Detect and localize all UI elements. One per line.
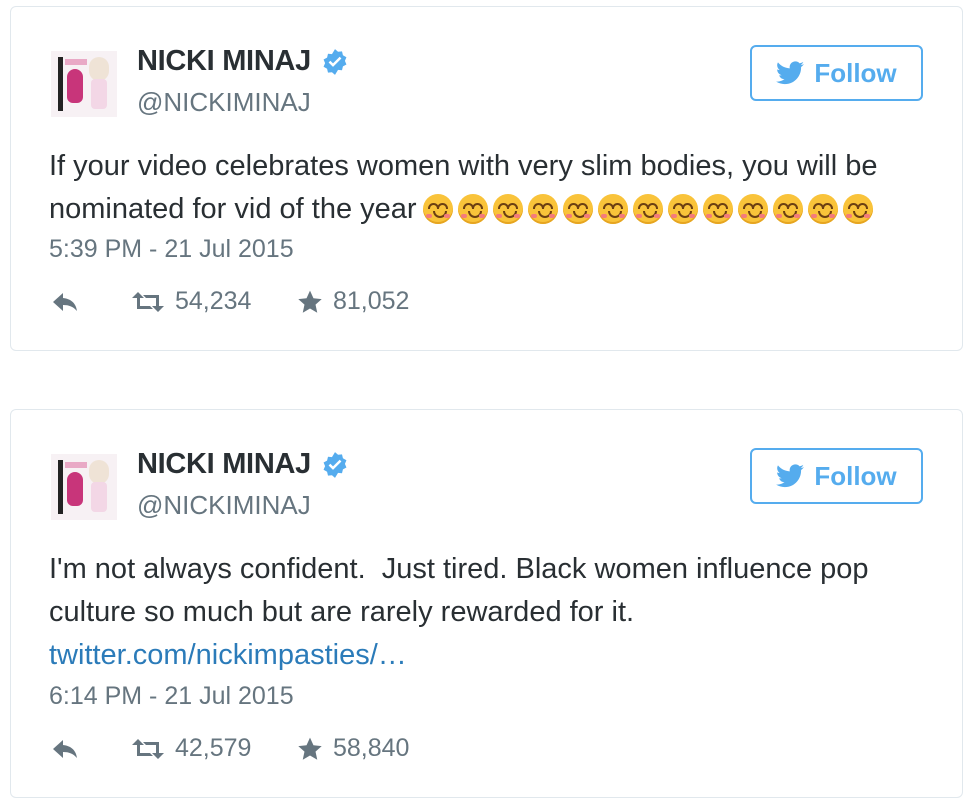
favorite-button[interactable]: 58,840 xyxy=(297,734,409,763)
retweet-button[interactable]: 54,234 xyxy=(131,287,297,316)
retweet-icon xyxy=(132,738,164,759)
reply-icon xyxy=(53,739,77,758)
reply-icon xyxy=(53,292,77,311)
twitter-bird-icon xyxy=(776,61,805,85)
retweet-count: 42,579 xyxy=(175,734,252,762)
smiling-face-emoji-icon xyxy=(562,194,593,224)
avatar[interactable] xyxy=(51,454,117,520)
smiling-face-emoji-icon xyxy=(772,194,803,224)
display-name[interactable]: NICKI MINAJ xyxy=(137,448,311,481)
favorite-count: 58,840 xyxy=(333,734,410,762)
tweet-link[interactable]: twitter.com/nickimpasties/… xyxy=(49,639,407,671)
follow-button[interactable]: Follow xyxy=(750,45,923,101)
smiling-face-emoji-icon xyxy=(422,194,453,224)
handle[interactable]: @NICKIMINAJ xyxy=(137,490,311,521)
tweet-text: If your video celebrates women with very… xyxy=(49,145,939,231)
display-name[interactable]: NICKI MINAJ xyxy=(137,45,311,78)
retweet-count: 54,234 xyxy=(175,287,252,315)
follow-button-label: Follow xyxy=(814,460,897,491)
timestamp-link[interactable]: 5:39 PM - 21 Jul 2015 xyxy=(49,235,294,264)
twitter-bird-icon xyxy=(776,464,805,488)
star-icon xyxy=(298,290,322,313)
smiling-face-emoji-icon xyxy=(527,194,558,224)
avatar[interactable] xyxy=(51,51,117,117)
tweet-actions: 54,234 81,052 xyxy=(51,287,409,316)
smiling-face-emoji-icon xyxy=(632,194,663,224)
verified-badge-icon xyxy=(323,451,347,478)
smiling-face-emoji-icon xyxy=(807,194,838,224)
emoji-sequence xyxy=(422,194,878,224)
smiling-face-emoji-icon xyxy=(702,194,733,224)
reply-button[interactable] xyxy=(51,290,131,314)
author-name-row: NICKI MINAJ xyxy=(137,448,349,481)
smiling-face-emoji-icon xyxy=(457,194,488,224)
retweet-button[interactable]: 42,579 xyxy=(131,734,297,763)
follow-button-label: Follow xyxy=(814,57,897,88)
verified-badge-icon xyxy=(323,48,347,75)
favorite-button[interactable]: 81,052 xyxy=(297,287,409,316)
smiling-face-emoji-icon xyxy=(492,194,523,224)
retweet-icon xyxy=(132,291,164,312)
reply-button[interactable] xyxy=(51,737,131,761)
timestamp-link[interactable]: 6:14 PM - 21 Jul 2015 xyxy=(49,682,294,711)
handle[interactable]: @NICKIMINAJ xyxy=(137,87,311,118)
follow-button[interactable]: Follow xyxy=(750,448,923,504)
favorite-count: 81,052 xyxy=(333,287,410,315)
tweet-card: NICKI MINAJ @NICKIMINAJ Follow I'm not a… xyxy=(10,409,963,798)
tweet-text: I'm not always confident. Just tired. Bl… xyxy=(49,548,939,677)
tweet-card: NICKI MINAJ @NICKIMINAJ Follow If your v… xyxy=(10,6,963,351)
smiling-face-emoji-icon xyxy=(737,194,768,224)
smiling-face-emoji-icon xyxy=(842,194,873,224)
star-icon xyxy=(298,737,322,760)
smiling-face-emoji-icon xyxy=(667,194,698,224)
author-name-row: NICKI MINAJ xyxy=(137,45,349,78)
tweet-actions: 42,579 58,840 xyxy=(51,734,409,763)
tweet-text-body: I'm not always confident. Just tired. Bl… xyxy=(49,553,877,628)
smiling-face-emoji-icon xyxy=(597,194,628,224)
